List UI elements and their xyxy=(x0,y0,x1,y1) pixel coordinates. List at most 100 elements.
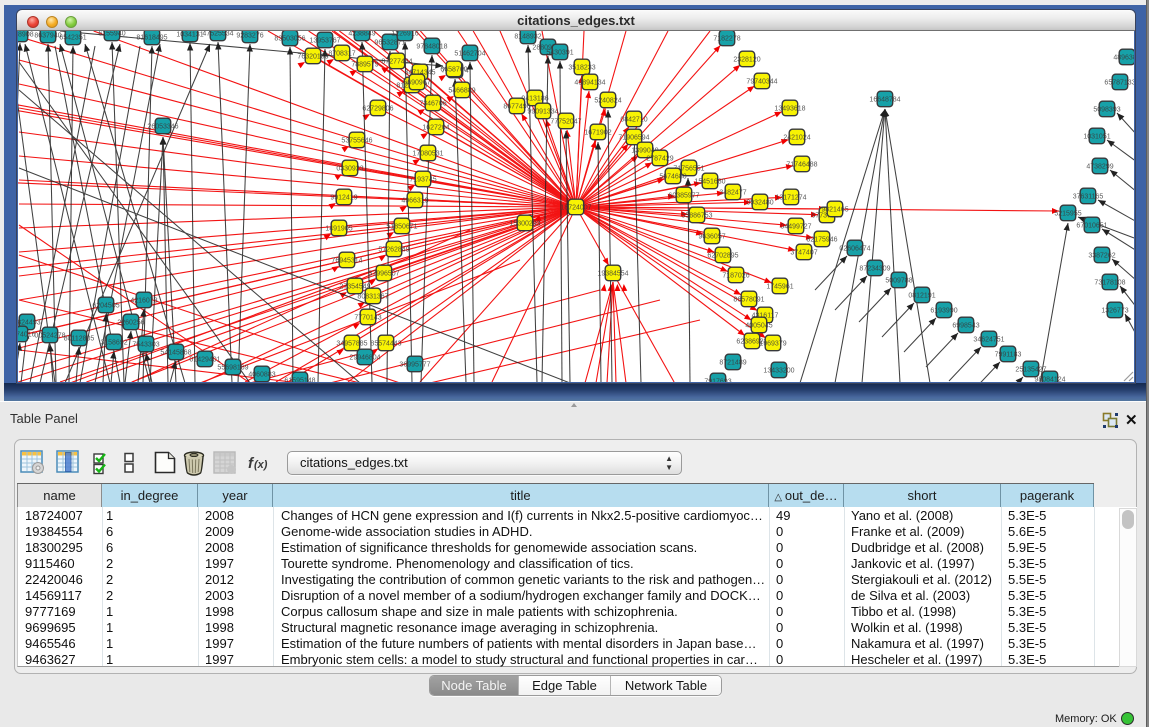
svg-text:1627204: 1627204 xyxy=(422,125,449,132)
svg-text:82175946: 82175946 xyxy=(806,237,837,244)
svg-text:73178108: 73178108 xyxy=(1094,280,1125,287)
svg-text:53755646: 53755646 xyxy=(341,138,372,145)
svg-text:34874016: 34874016 xyxy=(18,332,36,339)
svg-text:55886753: 55886753 xyxy=(681,213,712,220)
svg-text:1491905: 1491905 xyxy=(325,226,352,233)
svg-text:7770143: 7770143 xyxy=(354,315,381,322)
svg-text:5009788: 5009788 xyxy=(885,278,912,285)
svg-text:61595148: 61595148 xyxy=(284,378,315,382)
svg-text:4005045: 4005045 xyxy=(745,323,772,330)
svg-text:77752047: 77752047 xyxy=(550,119,581,126)
svg-text:85574443: 85574443 xyxy=(370,341,401,348)
svg-text:0812191: 0812191 xyxy=(908,293,935,300)
svg-text:02606474: 02606474 xyxy=(839,246,870,253)
svg-text:86578091: 86578091 xyxy=(733,297,764,304)
svg-text:7193745: 7193745 xyxy=(409,177,436,184)
svg-text:8708317: 8708317 xyxy=(328,51,355,58)
svg-text:0842710: 0842710 xyxy=(620,117,647,124)
svg-text:6155940: 6155940 xyxy=(98,31,125,38)
svg-text:4238849: 4238849 xyxy=(348,31,375,38)
svg-text:13171274: 13171274 xyxy=(775,195,806,202)
svg-text:3158692: 3158692 xyxy=(100,340,127,347)
svg-text:04499727: 04499727 xyxy=(780,224,811,231)
svg-text:6998543: 6998543 xyxy=(952,323,979,330)
svg-text:5215955: 5215955 xyxy=(1054,211,1081,218)
svg-text:6690967: 6690967 xyxy=(403,80,430,87)
svg-text:2328120: 2328120 xyxy=(733,57,760,64)
svg-text:5466889: 5466889 xyxy=(448,88,475,95)
svg-text:7991183: 7991183 xyxy=(995,352,1022,359)
svg-text:5430391: 5430391 xyxy=(546,50,573,57)
svg-text:7187026: 7187026 xyxy=(722,273,749,280)
svg-text:1226916: 1226916 xyxy=(391,31,418,38)
svg-text:1745961: 1745961 xyxy=(766,284,793,291)
svg-text:3482477: 3482477 xyxy=(719,190,746,197)
svg-text:1338908: 1338908 xyxy=(18,32,34,39)
svg-text:9636057: 9636057 xyxy=(698,234,725,241)
svg-text:62702895: 62702895 xyxy=(707,253,738,260)
svg-text:9413186: 9413186 xyxy=(521,96,548,103)
svg-text:2260256: 2260256 xyxy=(117,320,144,327)
svg-text:1326773: 1326773 xyxy=(1101,308,1128,315)
svg-text:3747407: 3747407 xyxy=(790,250,817,257)
svg-text:17080531: 17080531 xyxy=(412,151,443,158)
svg-text:87277434: 87277434 xyxy=(381,59,412,66)
svg-text:67010651: 67010651 xyxy=(1076,223,1107,230)
svg-text:15451680: 15451680 xyxy=(694,179,725,186)
svg-text:65648236: 65648236 xyxy=(18,323,21,330)
svg-text:55698169: 55698169 xyxy=(217,365,248,372)
svg-text:9821465: 9821465 xyxy=(821,207,848,214)
svg-text:3518233: 3518233 xyxy=(568,65,595,72)
svg-text:65787133: 65787133 xyxy=(1104,80,1134,87)
svg-text:80112805: 80112805 xyxy=(64,336,95,343)
svg-text:7917693: 7917693 xyxy=(704,379,731,382)
svg-text:4216073: 4216073 xyxy=(130,298,157,305)
svg-text:99091334: 99091334 xyxy=(527,109,558,116)
svg-text:54145868: 54145868 xyxy=(160,350,191,357)
svg-text:47525534: 47525534 xyxy=(202,31,233,38)
svg-text:76320163: 76320163 xyxy=(297,54,328,61)
svg-text:9283276: 9283276 xyxy=(236,33,263,40)
svg-text:(x): (x) xyxy=(254,459,268,471)
svg-text:2787429: 2787429 xyxy=(646,156,673,163)
svg-text:79740344: 79740344 xyxy=(746,79,777,86)
svg-text:15300293: 15300293 xyxy=(509,221,540,228)
svg-text:9912419: 9912419 xyxy=(330,195,357,202)
svg-text:36995777: 36995777 xyxy=(399,362,430,369)
svg-text:1031051: 1031051 xyxy=(1083,134,1110,141)
svg-text:57262849: 57262849 xyxy=(378,247,409,254)
svg-text:13433200: 13433200 xyxy=(763,368,794,375)
svg-text:49894134: 49894134 xyxy=(574,80,605,87)
svg-text:5240824: 5240824 xyxy=(594,98,621,105)
svg-text:4060883: 4060883 xyxy=(248,372,275,379)
svg-text:8637940: 8637940 xyxy=(34,33,61,40)
svg-text:7182278: 7182278 xyxy=(713,36,740,43)
svg-text:26053346: 26053346 xyxy=(147,124,178,131)
svg-text:97848018: 97848018 xyxy=(416,44,447,51)
svg-text:00524278: 00524278 xyxy=(34,333,65,340)
svg-text:5674680: 5674680 xyxy=(659,174,686,181)
svg-text:51462704: 51462704 xyxy=(454,51,485,58)
svg-text:37631165: 37631165 xyxy=(1073,194,1104,201)
svg-text:6204505: 6204505 xyxy=(92,303,119,310)
svg-text:7346706: 7346706 xyxy=(419,101,446,108)
svg-text:98084124: 98084124 xyxy=(1034,377,1065,382)
svg-text:5098393: 5098393 xyxy=(1093,107,1120,114)
svg-text:8721489: 8721489 xyxy=(719,360,746,367)
svg-text:4738299: 4738299 xyxy=(1086,164,1113,171)
svg-text:29946804: 29946804 xyxy=(349,355,380,362)
svg-text:62729806: 62729806 xyxy=(362,106,393,113)
svg-text:71906594: 71906594 xyxy=(618,135,649,142)
svg-text:13493618: 13493618 xyxy=(774,106,805,113)
svg-text:3387262: 3387262 xyxy=(1088,253,1115,260)
svg-text:1034131: 1034131 xyxy=(176,32,203,39)
svg-text:76945314: 76945314 xyxy=(331,258,362,265)
svg-text:8148932: 8148932 xyxy=(514,34,541,41)
svg-text:37996507: 37996507 xyxy=(368,271,399,278)
svg-text:80831367: 80831367 xyxy=(357,294,388,301)
svg-text:0330923: 0330923 xyxy=(336,166,363,173)
svg-text:34624751: 34624751 xyxy=(973,337,1004,344)
svg-text:87234309: 87234309 xyxy=(859,266,890,273)
svg-text:18724007: 18724007 xyxy=(560,205,591,212)
svg-text:0932480: 0932480 xyxy=(746,200,773,207)
